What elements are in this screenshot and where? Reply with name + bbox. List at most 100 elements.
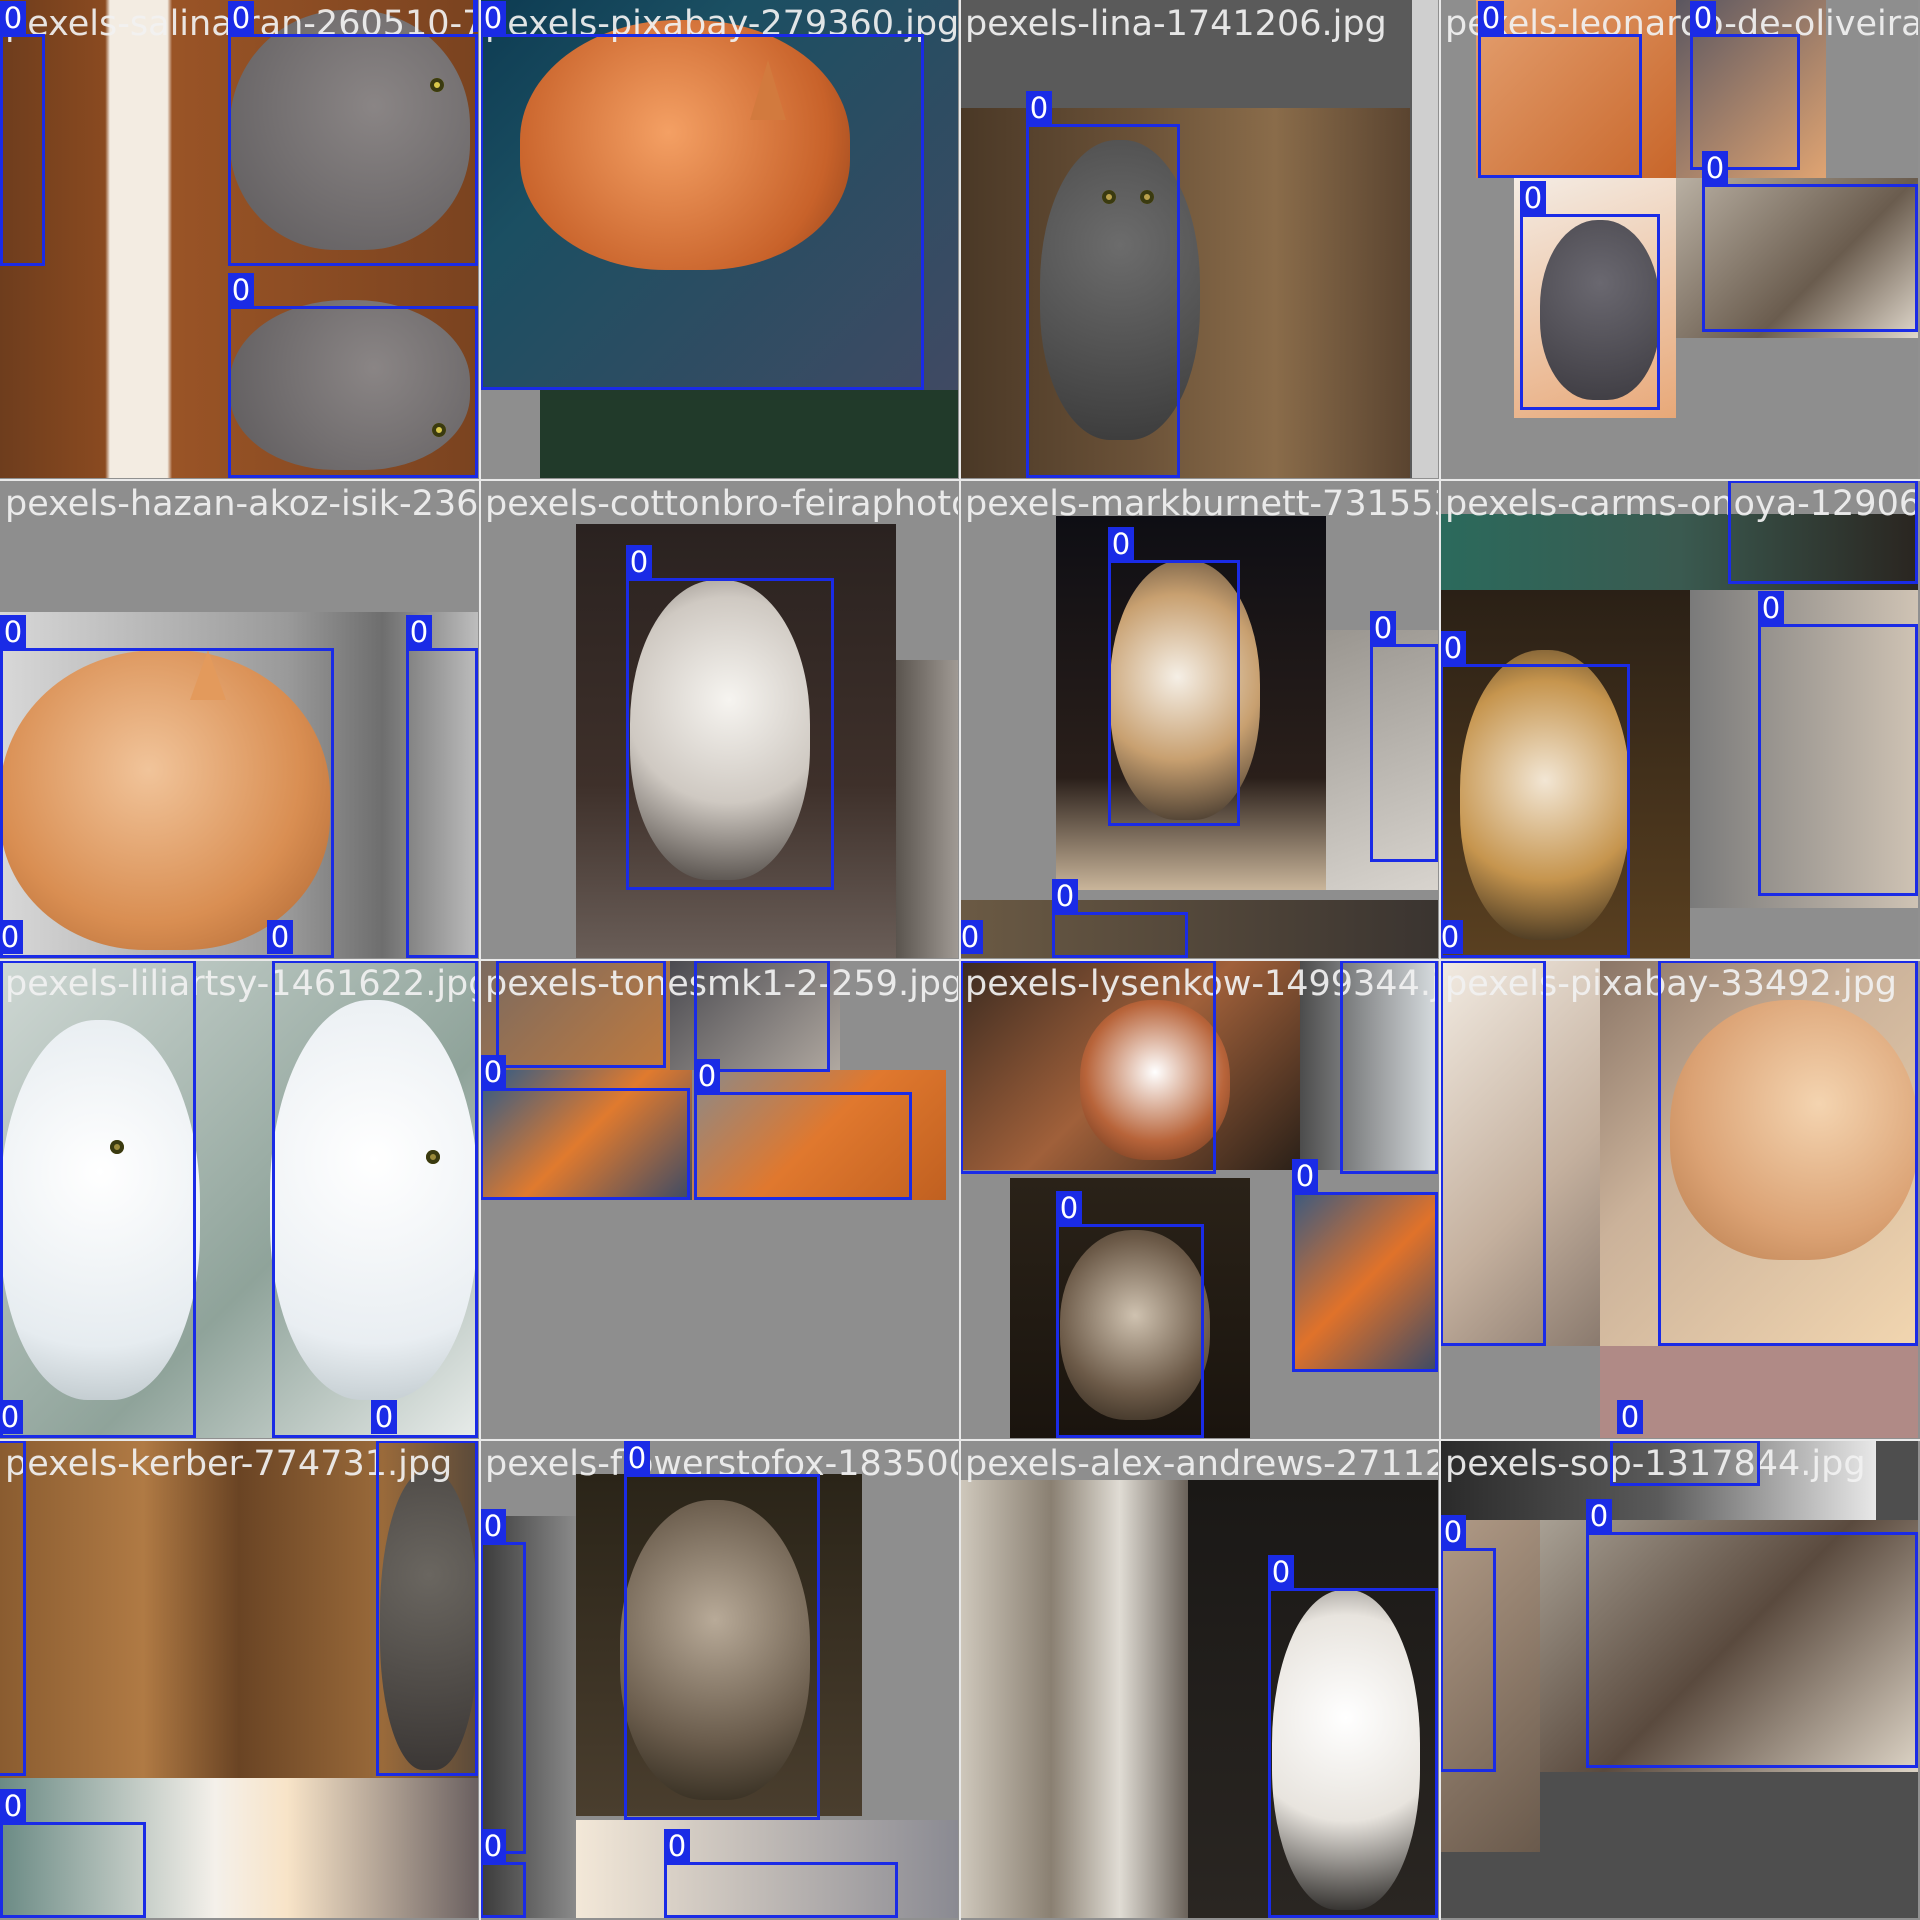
detection-box: 0 [371,1400,397,1438]
detection-box: 0 [664,1829,898,1918]
class-tag: 0 [1520,181,1546,215]
detection-box: 0 [480,1509,526,1854]
cat-photo [540,390,958,478]
detection-box: 0 [0,1,45,266]
detection-box: 0 [1617,1400,1643,1438]
detection-box: 0 [960,960,1216,1174]
detection-box: 0 [480,1,924,390]
detection-box: 0 [0,920,23,958]
tile-6: pexels-markburnett-731553.jpg 0 0 0 0 [960,480,1438,958]
class-tag: 0 [480,1509,506,1543]
tile-11: pexels-pixabay-33492.jpg 0 0 0 [1440,960,1918,1438]
class-tag: 0 [1440,920,1463,954]
class-tag: 0 [267,920,293,954]
detection-box: 0 [1702,151,1918,332]
tile-9: pexels-tonesmk1-2-259.jpg 0 0 0 0 [480,960,958,1438]
class-tag: 0 [1440,631,1466,665]
detection-box: 0 [480,1829,526,1918]
tile-5: pexels-cottonbro-feiraphotos-14681764.jp… [480,480,958,958]
cat-photo [896,660,958,958]
detection-mosaic: pexels-salina-ran-260510-7-4590.jpg 0 0 … [0,0,1920,1920]
class-tag: 0 [1758,591,1784,625]
grid-divider [0,1439,1920,1441]
class-tag: 0 [1026,91,1052,125]
detection-box: 0 [1658,960,1918,1346]
detection-box: 0 [406,615,478,958]
detection-box: 0 [0,1440,26,1776]
detection-box: 0 [1520,181,1660,410]
tile-7: pexels-carms-onoya-129065 0 0 0 0 [1440,480,1918,958]
tile-2: pexels-lina-1741206.jpg 0 [960,0,1438,478]
class-tag: 0 [0,1,26,35]
tile-8: pexels-liliartsy-1461622.jpg 0 0 0 0 [0,960,478,1438]
detection-box: 0 [1610,1440,1760,1486]
tile-label: pexels-alex-andrews-2711211-8241636.jpg [965,1444,1438,1484]
detection-box: 0 [0,1789,146,1918]
detection-box: 0 [1052,879,1188,958]
detection-box: 0 [272,960,478,1438]
class-tag: 0 [228,1,254,35]
tile-3: pexels-leonardo-de-oliveira-6 0 0 0 0 [1440,0,1918,478]
detection-box: 0 [626,545,834,890]
class-tag: 0 [371,1400,397,1434]
class-tag: 0 [480,1,506,35]
class-tag: 0 [0,1789,26,1823]
detection-box: 0 [0,960,196,1438]
detection-box: 0 [376,1440,478,1776]
cat-photo [1412,0,1438,478]
detection-box: 0 [1292,1159,1438,1372]
tile-label: pexels-cottonbro-feiraphotos-14681764.jp… [485,484,958,524]
cat-photo [960,1480,1188,1918]
tile-4: pexels-hazan-akoz-isik-2364633-75105.jpg… [0,480,478,958]
class-tag: 0 [664,1829,690,1863]
detection-box: 0 [1440,631,1630,958]
class-tag: 0 [960,920,983,954]
detection-box: 0 [1026,91,1180,478]
detection-box: 0 [1370,611,1438,862]
class-tag: 0 [1690,1,1716,35]
class-tag: 0 [0,920,23,954]
class-tag: 0 [0,615,26,649]
detection-box: 0 [1586,1499,1918,1768]
class-tag: 0 [0,1400,23,1434]
detection-box: 0 [1758,591,1918,896]
detection-box: 0 [228,273,478,478]
detection-box: 0 [228,1,478,266]
detection-box: 0 [1340,960,1438,1174]
detection-box: 0 [694,960,830,1072]
class-tag: 0 [480,1829,506,1863]
detection-box: 0 [473,0,478,36]
class-tag: 0 [624,1441,650,1475]
detection-box: 0 [0,615,334,958]
detection-box: 0 [496,960,666,1068]
class-tag: 0 [1052,879,1078,913]
tile-15: pexels-sop-1317844.jpg 0 0 0 [1440,1440,1918,1918]
cat-photo [960,900,1438,958]
class-tag: 0 [1617,1400,1643,1434]
tile-label: pexels-hazan-akoz-isik-2364633-75105.jpg [5,484,478,524]
detection-box: 0 [1440,1515,1496,1772]
grid-divider [0,479,1920,481]
tile-label: pexels-lina-1741206.jpg [965,4,1387,44]
detection-box: 0 [1268,1555,1438,1918]
tile-10: pexels-lysenkow-1499344.jpg 0 0 0 0 [960,960,1438,1438]
class-tag: 0 [1440,1515,1466,1549]
tile-0: pexels-salina-ran-260510-7-4590.jpg 0 0 … [0,0,478,478]
class-tag: 0 [480,1055,506,1089]
class-tag: 0 [694,1059,720,1093]
tile-12: pexels-kerber-774731.jpg 0 0 0 [0,1440,478,1918]
grid-divider [0,959,1920,961]
class-tag: 0 [1268,1555,1294,1589]
class-tag: 0 [228,273,254,307]
tile-label: pexels-markburnett-731553.jpg [965,484,1438,524]
detection-box: 0 [694,1059,912,1200]
tile-1: pexels-pixabay-279360.jpg 0 [480,0,958,478]
detection-box: 0 [1056,1191,1204,1438]
class-tag: 0 [1108,527,1134,561]
detection-box: 0 [624,1441,820,1820]
class-tag: 0 [1292,1159,1318,1193]
detection-box: 0 [1440,960,1546,1346]
detection-box: 0 [1108,527,1240,826]
class-tag: 0 [473,0,478,32]
tile-14: pexels-alex-andrews-2711211-8241636.jpg … [960,1440,1438,1918]
